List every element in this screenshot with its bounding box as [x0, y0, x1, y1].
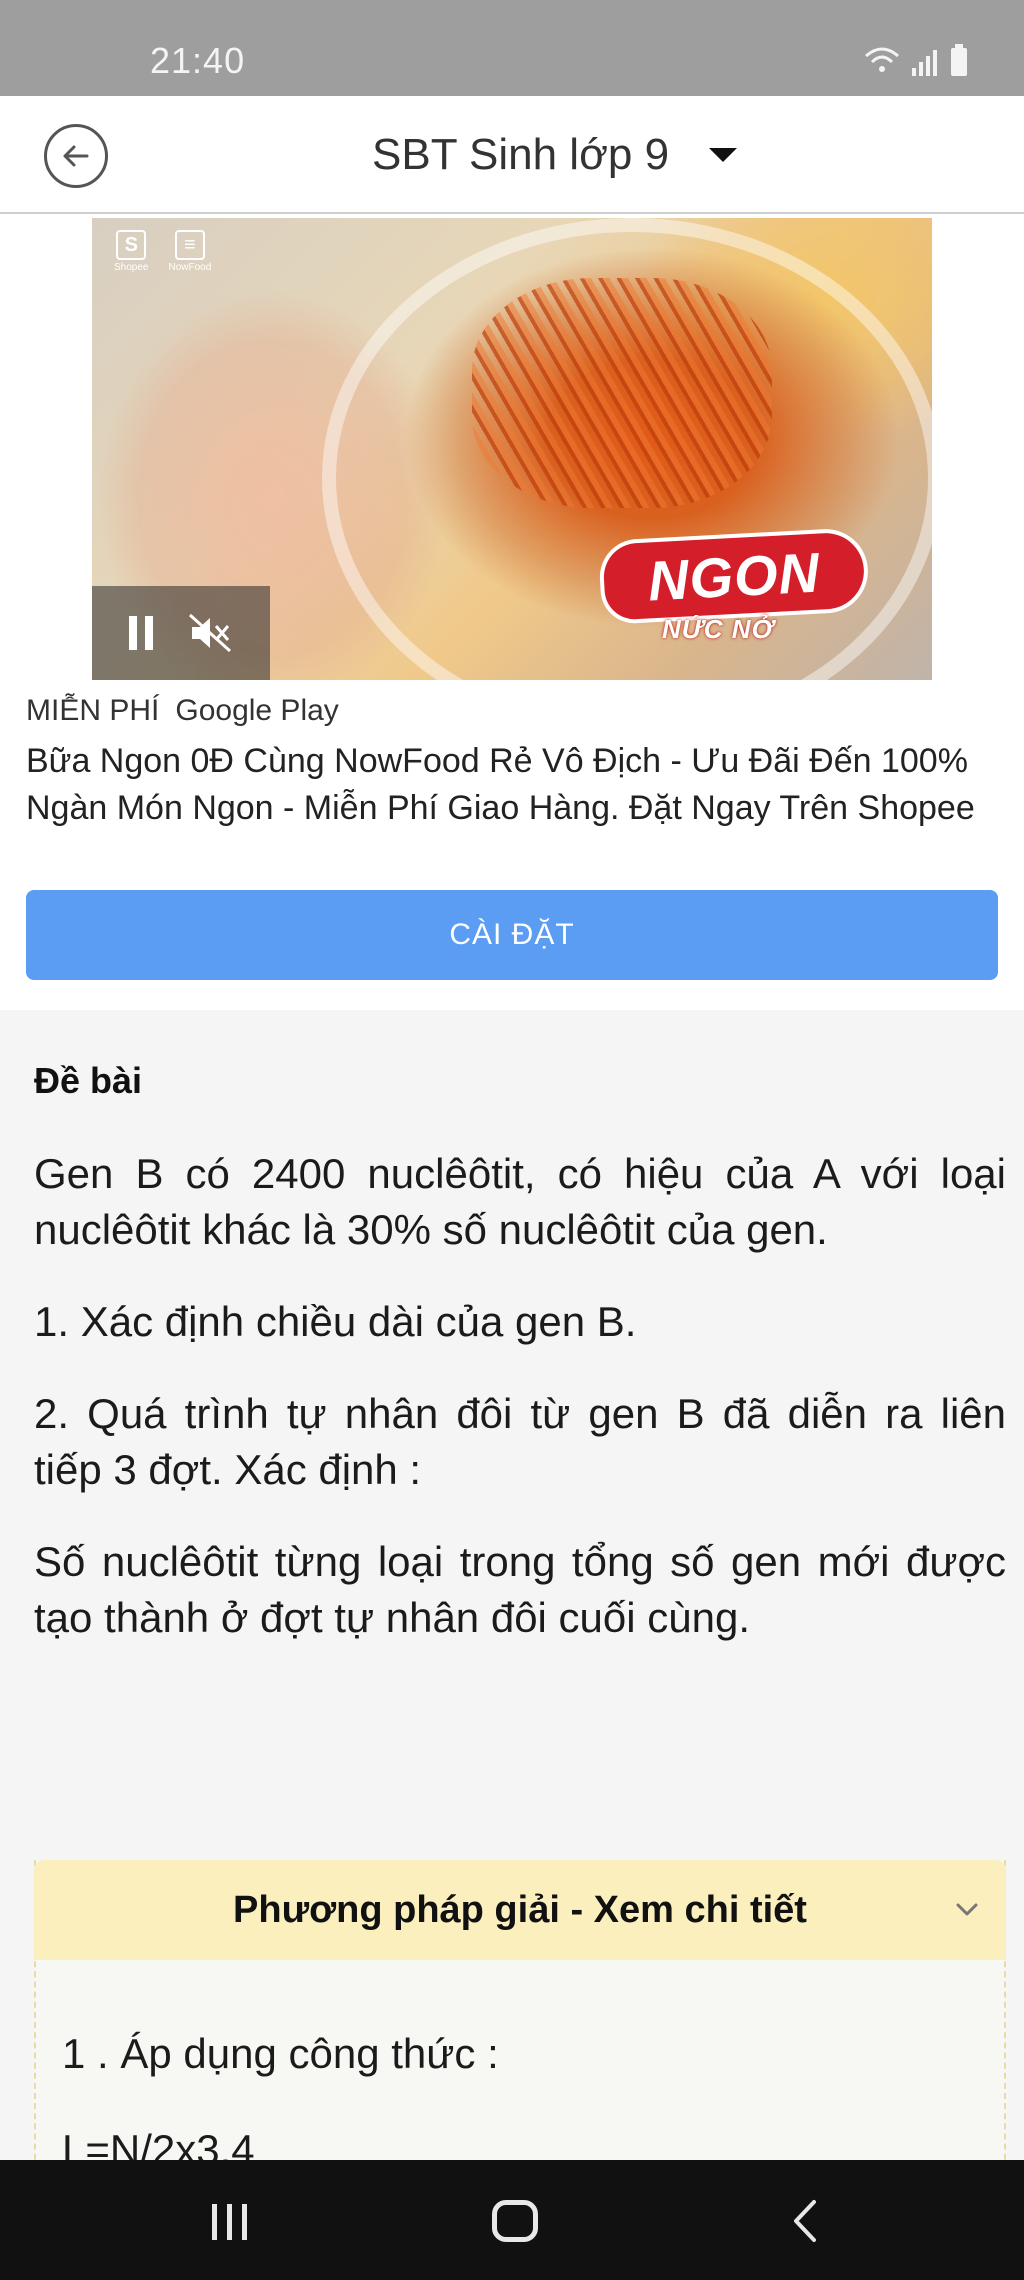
ad-banner: S Shopee ≡ NowFood NGON NỨC NỞ MIỄN PHÍ … — [0, 214, 1024, 1010]
ad-badge: NGON NỨC NỞ — [602, 531, 870, 644]
ad-price: MIỄN PHÍ — [26, 694, 160, 727]
shopee-logo: S Shopee — [114, 230, 148, 273]
section-heading: Đề bài — [34, 1060, 143, 1101]
exercise-content: Đề bài Gen B có 2400 nuclêôtit, có hiệu … — [0, 1010, 1024, 2160]
signal-icon — [912, 50, 937, 76]
mute-icon[interactable] — [186, 611, 234, 655]
home-icon[interactable] — [492, 2200, 538, 2242]
ad-store: Google Play — [175, 694, 339, 727]
ad-badge-sub: NỨC NỞ — [662, 614, 775, 644]
system-nav-bar — [0, 2160, 1024, 2280]
method-title: Phương pháp giải - Xem chi tiết — [233, 1888, 807, 1931]
question-paragraph: Gen B có 2400 nuclêôtit, có hiệu của A v… — [34, 1150, 1006, 1253]
install-button[interactable]: CÀI ĐẶT — [26, 890, 998, 980]
ad-description: Bữa Ngon 0Đ Cùng NowFood Rẻ Vô Địch - Ưu… — [26, 742, 975, 827]
video-controls — [92, 586, 270, 680]
wifi-icon — [865, 47, 899, 72]
status-bar: 21:40 — [0, 0, 1024, 96]
ad-video[interactable]: S Shopee ≡ NowFood NGON NỨC NỞ — [92, 218, 932, 680]
status-icons — [864, 44, 968, 76]
question-paragraph: 2. Quá trình tự nhân đôi từ gen B đã diễ… — [34, 1390, 1006, 1493]
battery-icon — [951, 44, 967, 76]
method-toggle[interactable]: Phương pháp giải - Xem chi tiết — [34, 1860, 1006, 1960]
question-paragraph: 1. Xác định chiều dài của gen B. — [34, 1298, 637, 1345]
method-step: 1 . Áp dụng công thức : — [62, 2030, 499, 2077]
ad-badge-main: NGON — [602, 531, 866, 621]
chevron-down-icon — [956, 1903, 978, 1916]
back-nav-icon[interactable] — [790, 2198, 820, 2244]
pause-icon[interactable] — [128, 616, 153, 650]
back-arrow-icon — [63, 145, 89, 167]
header-title: SBT Sinh lớp 9 — [372, 130, 670, 179]
book-selector[interactable]: SBT Sinh lớp 9 — [372, 130, 738, 180]
app-header: SBT Sinh lớp 9 — [0, 96, 1024, 214]
caret-down-icon — [709, 148, 738, 162]
method-formula: L=N/2x3,4 — [62, 2126, 255, 2160]
nowfood-logo-label: NowFood — [168, 262, 212, 273]
question-text: Gen B có 2400 nuclêôtit, có hiệu của A v… — [34, 1146, 1006, 1682]
brand-logos: S Shopee ≡ NowFood — [114, 230, 211, 273]
status-time: 21:40 — [150, 40, 246, 81]
ad-video-food — [472, 278, 772, 508]
question-paragraph: Số nuclêôtit từng loại trong tổng số gen… — [34, 1538, 1006, 1641]
back-button[interactable] — [44, 124, 108, 188]
ad-meta: MIỄN PHÍ Google Play — [26, 694, 339, 728]
nowfood-logo: ≡ NowFood — [168, 230, 211, 273]
recent-apps-icon[interactable] — [212, 2204, 247, 2240]
shopee-logo-label: Shopee — [114, 262, 149, 273]
